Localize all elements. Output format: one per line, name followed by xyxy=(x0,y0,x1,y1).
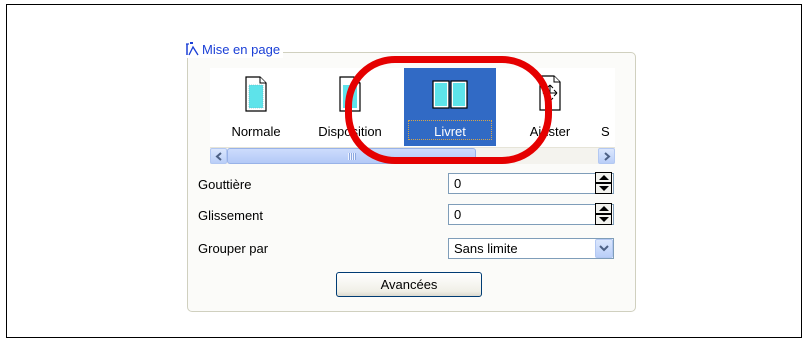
grouper-label: Grouper par xyxy=(198,241,269,256)
normal-page-icon xyxy=(245,76,267,112)
mode-item-livret[interactable]: Livret xyxy=(404,68,496,146)
chevron-left-icon xyxy=(214,151,222,161)
mode-item-ajuster[interactable]: Ajuster xyxy=(504,68,596,146)
gouttiere-label: Gouttière xyxy=(198,177,252,192)
chevron-right-icon xyxy=(603,151,611,161)
scroll-left-button[interactable] xyxy=(210,148,227,164)
gouttiere-spinner[interactable] xyxy=(595,172,613,195)
gouttiere-input[interactable]: 0 xyxy=(448,173,614,194)
scroll-thumb[interactable] xyxy=(227,148,476,164)
spin-down-icon[interactable] xyxy=(595,214,612,225)
fit-page-icon xyxy=(539,75,561,111)
layout-page-icon xyxy=(339,76,361,112)
mode-label: Normale xyxy=(231,124,281,139)
mode-label: Ajuster xyxy=(529,124,571,139)
mode-list-scrollbar[interactable] xyxy=(210,147,615,164)
spin-down-icon[interactable] xyxy=(595,183,612,194)
mode-item-partial[interactable]: S xyxy=(598,68,615,146)
glissement-label: Glissement xyxy=(198,208,264,223)
spin-up-icon[interactable] xyxy=(595,172,612,183)
glissement-input[interactable]: 0 xyxy=(448,204,614,225)
glissement-spinner[interactable] xyxy=(595,203,613,226)
booklet-page-icon xyxy=(432,80,468,109)
groupbox-legend: Mise en page xyxy=(184,40,284,58)
mode-label: S xyxy=(601,124,610,139)
page-layout-icon xyxy=(186,42,199,56)
layout-mode-list[interactable]: Normale Disposition Livret Ajuster S xyxy=(210,68,615,148)
scroll-right-button[interactable] xyxy=(598,148,615,164)
grouper-dropdown-button[interactable] xyxy=(595,239,613,258)
mode-item-disposition[interactable]: Disposition xyxy=(304,68,396,146)
mode-label: Livret xyxy=(434,124,466,139)
grouper-select[interactable]: Sans limite xyxy=(448,238,614,259)
grip-icon xyxy=(347,153,356,160)
chevron-down-icon xyxy=(599,245,609,252)
spin-up-icon[interactable] xyxy=(595,203,612,214)
advanced-button[interactable]: Avancées xyxy=(336,272,482,297)
mode-item-normale[interactable]: Normale xyxy=(210,68,302,146)
groupbox-title: Mise en page xyxy=(202,41,281,57)
mode-label: Disposition xyxy=(318,124,382,139)
